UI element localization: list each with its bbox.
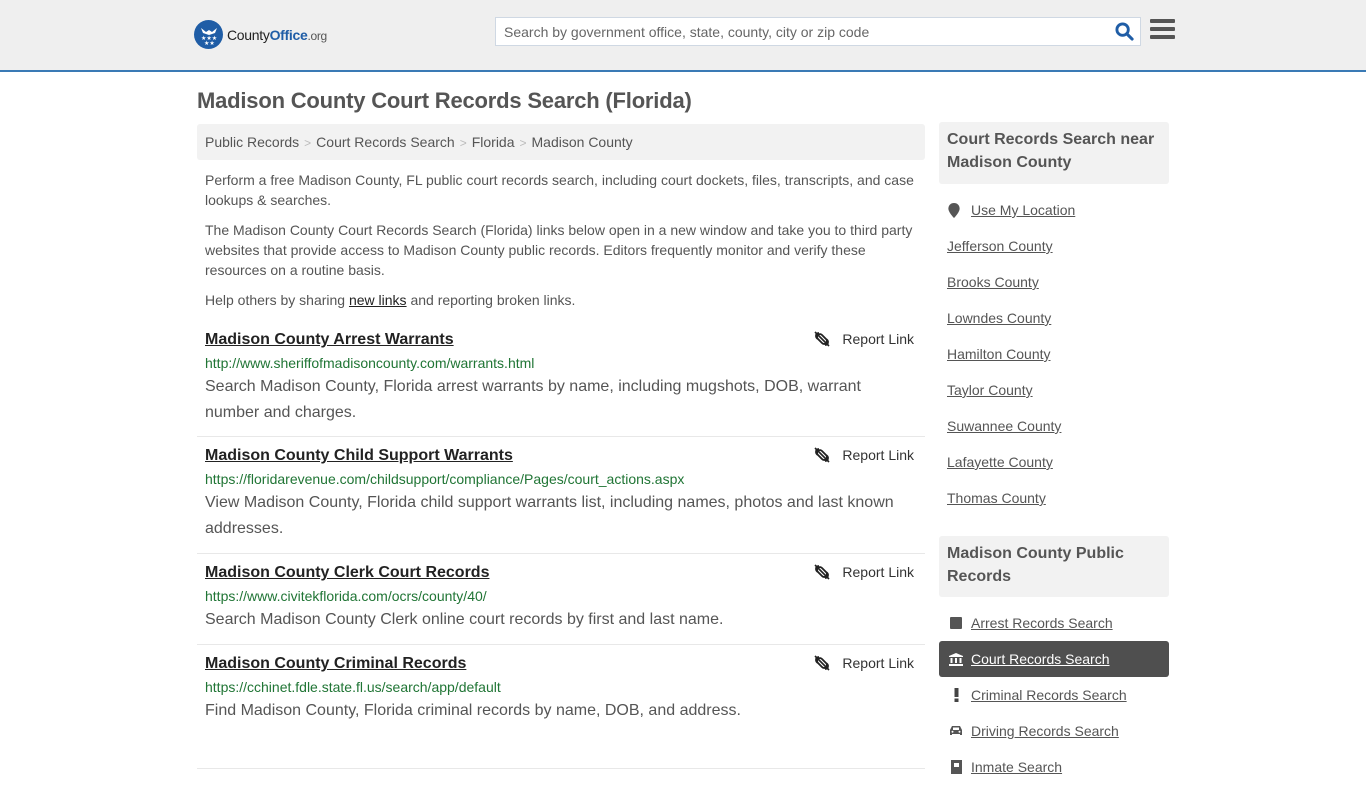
public-records-item-driving[interactable]: Driving Records Search (939, 713, 1169, 749)
nearby-county-link[interactable]: Hamilton County (947, 346, 1051, 362)
breadcrumb-court-records-search[interactable]: Court Records Search (316, 134, 455, 150)
nearby-county-item[interactable]: Lowndes County (939, 300, 1169, 336)
courthouse-icon (947, 652, 965, 666)
nearby-county-item[interactable]: Taylor County (939, 372, 1169, 408)
nearby-county-link[interactable]: Suwannee County (947, 418, 1061, 434)
nearby-county-item[interactable]: Suwannee County (939, 408, 1169, 444)
public-records-list: Arrest Records Search Court Records Sear… (939, 605, 1169, 785)
report-link-button[interactable]: Report Link (814, 564, 914, 580)
public-records-item-arrest[interactable]: Arrest Records Search (939, 605, 1169, 641)
exclamation-icon (947, 688, 965, 702)
page-title: Madison County Court Records Search (Flo… (197, 88, 692, 113)
nearby-county-item[interactable]: Brooks County (939, 264, 1169, 300)
nearby-list: Use My Location Jefferson County Brooks … (939, 192, 1169, 516)
new-links-link[interactable]: new links (349, 292, 407, 308)
site-logo[interactable]: ★★★ ★★ CountyOffice.org (194, 20, 327, 49)
broken-link-icon (814, 655, 830, 671)
nearby-county-link[interactable]: Lafayette County (947, 454, 1053, 470)
hamburger-menu-icon[interactable] (1150, 19, 1175, 41)
result-item: Madison County Arrest Warrants Report Li… (197, 321, 925, 437)
inmate-icon (947, 760, 965, 774)
results-list: Madison County Arrest Warrants Report Li… (197, 321, 925, 769)
intro-text: Perform a free Madison County, FL public… (205, 170, 921, 320)
public-records-heading: Madison County Public Records (939, 536, 1169, 597)
logo-eagle-icon: ★★★ ★★ (194, 20, 223, 49)
intro-paragraph-1: Perform a free Madison County, FL public… (205, 172, 914, 208)
result-description: View Madison County, Florida child suppo… (205, 494, 894, 537)
use-my-location-item[interactable]: Use My Location (939, 192, 1169, 228)
nearby-county-item[interactable]: Jefferson County (939, 228, 1169, 264)
logo-text: CountyOffice.org (227, 26, 327, 43)
nearby-heading: Court Records Search near Madison County (939, 122, 1169, 184)
result-item: Madison County Child Support Warrants Re… (197, 437, 925, 554)
result-description: Find Madison County, Florida criminal re… (205, 702, 741, 719)
nearby-county-link[interactable]: Thomas County (947, 490, 1046, 506)
result-title-link[interactable]: Madison County Arrest Warrants (205, 329, 454, 351)
intro-paragraph-3: Help others by sharing new links and rep… (205, 292, 576, 308)
nearby-county-item[interactable]: Lafayette County (939, 444, 1169, 480)
nearby-county-link[interactable]: Brooks County (947, 274, 1039, 290)
result-description: Search Madison County Clerk online court… (205, 611, 724, 628)
breadcrumb-public-records[interactable]: Public Records (205, 134, 299, 150)
breadcrumb-separator-icon: > (304, 136, 312, 150)
use-my-location-link[interactable]: Use My Location (971, 202, 1075, 218)
report-link-button[interactable]: Report Link (814, 331, 914, 347)
square-icon (947, 617, 965, 629)
breadcrumb-madison-county[interactable]: Madison County (532, 134, 633, 150)
public-records-item-inmate[interactable]: Inmate Search (939, 749, 1169, 785)
result-item: Madison County Clerk Court Records Repor… (197, 554, 925, 645)
site-header: ★★★ ★★ CountyOffice.org (0, 0, 1366, 72)
nearby-county-item[interactable]: Hamilton County (939, 336, 1169, 372)
result-title-link[interactable]: Madison County Criminal Records (205, 653, 466, 675)
public-records-item-criminal[interactable]: Criminal Records Search (939, 677, 1169, 713)
search-icon (1114, 22, 1134, 41)
broken-link-icon (814, 447, 830, 463)
nearby-county-link[interactable]: Jefferson County (947, 238, 1053, 254)
result-item: Madison County Criminal Records Report L… (197, 645, 925, 769)
report-link-button[interactable]: Report Link (814, 655, 914, 671)
result-url[interactable]: https://cchinet.fdle.state.fl.us/search/… (205, 676, 917, 698)
search-input[interactable] (496, 18, 1108, 45)
breadcrumb-separator-icon: > (459, 136, 467, 150)
result-description: Search Madison County, Florida arrest wa… (205, 378, 861, 421)
car-icon (947, 725, 965, 737)
public-records-item-court[interactable]: Court Records Search (939, 641, 1169, 677)
nearby-county-link[interactable]: Lowndes County (947, 310, 1051, 326)
breadcrumb-separator-icon: > (519, 136, 527, 150)
search-bar (495, 17, 1141, 46)
result-url[interactable]: https://www.civitekflorida.com/ocrs/coun… (205, 585, 917, 607)
svg-text:★★: ★★ (204, 40, 215, 45)
result-title-link[interactable]: Madison County Child Support Warrants (205, 445, 513, 467)
broken-link-icon (814, 331, 830, 347)
breadcrumb-florida[interactable]: Florida (472, 134, 515, 150)
search-button[interactable] (1108, 18, 1140, 45)
report-link-button[interactable]: Report Link (814, 447, 914, 463)
nearby-county-item[interactable]: Thomas County (939, 480, 1169, 516)
nearby-county-link[interactable]: Taylor County (947, 382, 1033, 398)
breadcrumb: Public Records > Court Records Search > Flor… (197, 124, 925, 160)
result-url[interactable]: https://floridarevenue.com/childsupport/… (205, 468, 917, 490)
broken-link-icon (814, 564, 830, 580)
result-title-link[interactable]: Madison County Clerk Court Records (205, 562, 489, 584)
map-marker-icon (947, 202, 961, 218)
result-url[interactable]: http://www.sheriffofmadisoncounty.com/wa… (205, 352, 917, 374)
intro-paragraph-2: The Madison County Court Records Search … (205, 222, 913, 278)
